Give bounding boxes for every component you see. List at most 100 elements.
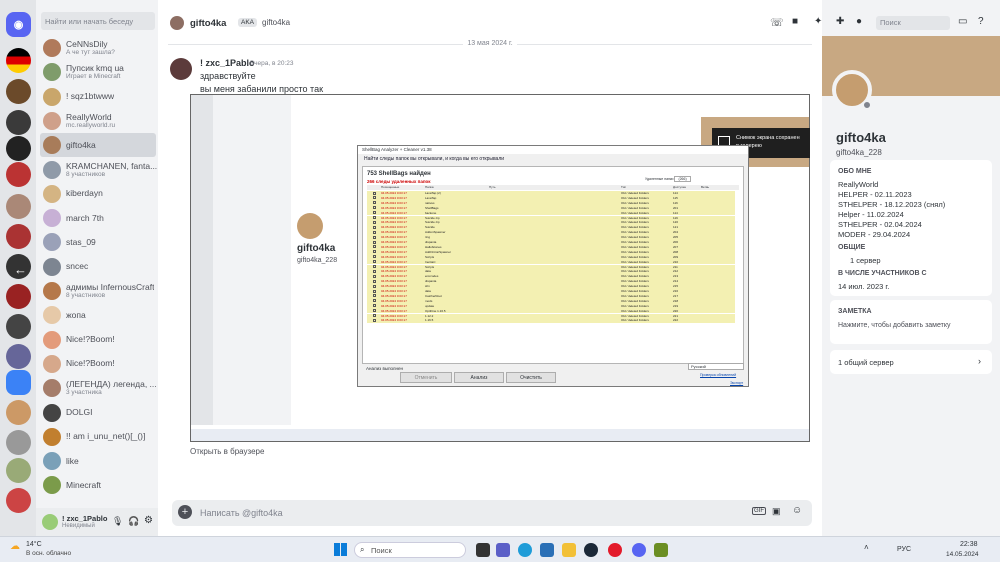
avatar[interactable] xyxy=(170,58,192,80)
server-icon[interactable] xyxy=(6,370,31,395)
edge-icon[interactable] xyxy=(518,543,532,557)
profile-icon[interactable]: ● xyxy=(856,16,862,27)
dm-item[interactable]: ! sqz1btwww xyxy=(40,85,156,109)
row-checkbox[interactable] xyxy=(373,289,376,293)
steam-icon[interactable] xyxy=(584,543,598,557)
analyze-button[interactable]: Анализ xyxy=(454,372,504,383)
server-icon-magic[interactable] xyxy=(6,79,31,104)
emoji-icon[interactable]: ☺ xyxy=(792,505,802,516)
server-icon[interactable] xyxy=(6,344,31,369)
row-checkbox[interactable] xyxy=(373,314,376,317)
dm-item[interactable]: ReallyWorld mc.reallyworld.ru xyxy=(40,109,156,133)
row-checkbox[interactable] xyxy=(373,318,376,322)
teams-icon[interactable] xyxy=(496,543,510,557)
column-header[interactable]: Путь xyxy=(489,185,496,189)
row-checkbox[interactable] xyxy=(373,230,376,234)
note-input[interactable]: Нажмите, чтобы добавить заметку xyxy=(838,322,951,329)
row-checkbox[interactable] xyxy=(373,260,376,264)
phone-icon[interactable]: ☏ xyxy=(770,16,784,29)
dm-item[interactable]: kiberdayn xyxy=(40,182,156,206)
row-checkbox[interactable] xyxy=(373,216,376,219)
store-icon[interactable] xyxy=(540,543,554,557)
sticker-icon[interactable]: ▣ xyxy=(772,506,781,517)
row-checkbox[interactable] xyxy=(373,294,376,298)
column-header[interactable]: Папка xyxy=(425,185,434,189)
message-input[interactable]: Написать @gifto4ka xyxy=(200,508,283,518)
clean-button[interactable]: Очистить xyxy=(506,372,556,383)
weather-desc[interactable]: В осн. облачно xyxy=(26,550,71,557)
server-icon[interactable] xyxy=(6,314,31,339)
row-checkbox[interactable] xyxy=(373,235,376,239)
column-header[interactable]: Посещенные xyxy=(381,185,399,189)
row-checkbox[interactable] xyxy=(373,255,376,259)
dm-item[interactable]: (ЛЕГЕНДА) легенда, ... 3 участника xyxy=(40,376,157,400)
row-checkbox[interactable] xyxy=(373,279,376,283)
dm-item[interactable]: Nice!?Boom! xyxy=(40,328,156,352)
deleted-folders-filter[interactable]: Удаленные папки (266) xyxy=(645,176,691,182)
dm-item[interactable]: Minecraft xyxy=(40,473,156,497)
weather-temp[interactable]: 14°C xyxy=(26,541,42,548)
open-in-browser-link[interactable]: Открыть в браузере xyxy=(190,447,264,456)
headphones-icon[interactable]: 🎧 xyxy=(128,516,139,527)
row-checkbox[interactable] xyxy=(373,211,376,215)
server-icon[interactable] xyxy=(6,430,31,455)
row-checkbox[interactable] xyxy=(373,201,376,205)
server-icon[interactable] xyxy=(6,110,31,135)
export-link[interactable]: Экспорт xyxy=(730,381,743,385)
cancel-button[interactable]: Отменить xyxy=(400,372,452,383)
row-checkbox[interactable] xyxy=(373,274,376,278)
server-icon[interactable] xyxy=(6,400,31,425)
dm-item[interactable]: sncec xyxy=(40,255,156,279)
check-updates-link[interactable]: Проверка обновлений xyxy=(700,373,736,377)
dm-item[interactable]: адмимы InfernousCraft 8 участников xyxy=(40,279,156,303)
minecraft-icon[interactable] xyxy=(654,543,668,557)
gear-icon[interactable]: ⚙ xyxy=(144,515,153,526)
server-icon[interactable] xyxy=(6,488,31,513)
dm-item[interactable]: march 7th xyxy=(40,206,156,230)
server-icon-flag[interactable] xyxy=(6,48,31,73)
server-icon[interactable] xyxy=(6,194,31,219)
file-explorer-icon[interactable] xyxy=(562,543,576,557)
dm-item[interactable]: Пупсик kmq ua Играет в Minecraft xyxy=(40,60,156,84)
discord-home-icon[interactable]: ◉ xyxy=(6,12,31,37)
task-view-icon[interactable] xyxy=(476,543,490,557)
column-header[interactable]: Доступен xyxy=(673,185,686,189)
server-icon[interactable] xyxy=(6,136,31,161)
server-icon[interactable] xyxy=(6,458,31,483)
row-checkbox[interactable] xyxy=(373,250,376,254)
inbox-icon[interactable]: ▭ xyxy=(958,16,967,27)
message-author[interactable]: ! zxc_1Pablo xyxy=(200,58,255,68)
gif-icon[interactable]: GIF xyxy=(752,507,766,515)
dm-item[interactable]: like xyxy=(40,449,156,473)
table-row[interactable]: 04.05.2024 0:03:17 1.16.5 Old / deleted Fo… xyxy=(367,318,735,324)
windows-start-icon[interactable] xyxy=(334,543,347,556)
server-icon[interactable] xyxy=(6,284,31,309)
column-header[interactable]: Ветвь xyxy=(701,185,709,189)
microphone-icon[interactable]: 🎙 xyxy=(112,516,123,527)
taskbar-search[interactable]: ⌕ Поиск xyxy=(354,542,466,558)
language-select[interactable]: Русский xyxy=(688,363,744,370)
row-checkbox[interactable] xyxy=(373,220,376,224)
clock-date[interactable]: 14.05.2024 xyxy=(946,551,979,558)
add-friend-icon[interactable]: ✚ xyxy=(836,16,844,27)
row-checkbox[interactable] xyxy=(373,284,376,288)
row-checkbox[interactable] xyxy=(373,206,376,210)
pin-icon[interactable]: ✦ xyxy=(814,16,822,27)
dm-item[interactable]: stas_09 xyxy=(40,230,156,254)
dm-search-input[interactable]: Найти или начать беседу xyxy=(41,12,155,30)
column-header[interactable]: Тип xyxy=(621,185,626,189)
opera-icon[interactable] xyxy=(608,543,622,557)
dm-item[interactable]: Nice!?Boom! xyxy=(40,352,156,376)
video-icon[interactable]: ■ xyxy=(792,16,798,27)
discord-icon[interactable] xyxy=(632,543,646,557)
row-checkbox[interactable] xyxy=(373,299,376,303)
row-checkbox[interactable] xyxy=(373,225,376,229)
dm-item[interactable]: жопа xyxy=(40,303,156,327)
help-icon[interactable]: ? xyxy=(978,16,984,27)
avatar[interactable] xyxy=(170,16,184,30)
dm-item[interactable]: DOLGI xyxy=(40,401,156,425)
avatar[interactable] xyxy=(42,514,58,530)
mutual-servers-row[interactable]: 1 общий сервер › xyxy=(830,350,992,374)
row-checkbox[interactable] xyxy=(373,240,376,244)
arrow-right-icon[interactable]: → xyxy=(974,262,987,277)
